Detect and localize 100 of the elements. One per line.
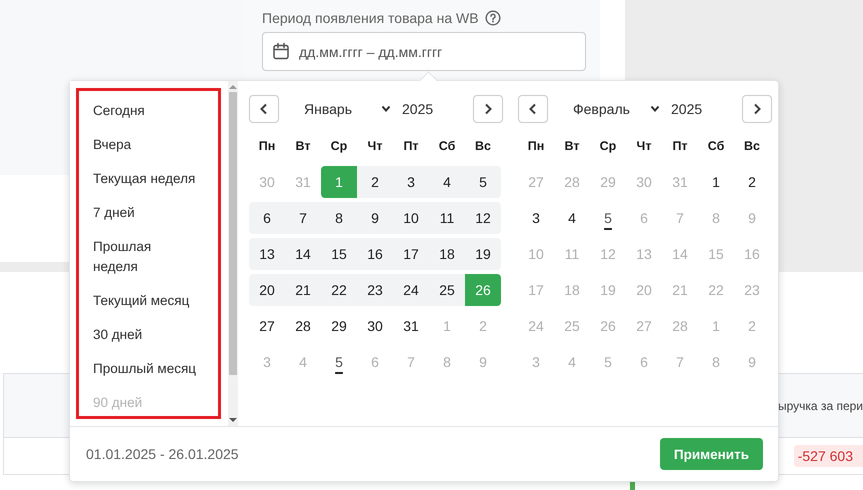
calendar-day[interactable]: 22 <box>698 274 734 306</box>
calendar-day[interactable]: 10 <box>393 202 429 234</box>
month-dropdown[interactable]: Январь <box>304 101 391 117</box>
calendar-day[interactable]: 21 <box>285 274 321 306</box>
calendar-day[interactable]: 26 <box>465 274 501 306</box>
preset-item[interactable]: 90 дней <box>79 386 197 416</box>
calendar-day[interactable]: 16 <box>357 238 393 270</box>
calendar-day[interactable]: 14 <box>285 238 321 270</box>
calendar-day[interactable]: 22 <box>321 274 357 306</box>
calendar-day[interactable]: 25 <box>554 310 590 342</box>
calendar-day[interactable]: 24 <box>393 274 429 306</box>
calendar-day[interactable]: 30 <box>249 166 285 198</box>
calendar-day[interactable]: 11 <box>554 238 590 270</box>
next-month-button[interactable] <box>473 95 503 123</box>
calendar-day[interactable]: 25 <box>429 274 465 306</box>
calendar-day[interactable]: 30 <box>357 310 393 342</box>
calendar-day[interactable]: 26 <box>590 310 626 342</box>
calendar-day[interactable]: 27 <box>249 310 285 342</box>
calendar-day[interactable]: 13 <box>249 238 285 270</box>
calendar-day[interactable]: 5 <box>590 346 626 378</box>
calendar-day[interactable]: 11 <box>429 202 465 234</box>
calendar-day[interactable]: 30 <box>626 166 662 198</box>
calendar-day[interactable]: 1 <box>698 166 734 198</box>
calendar-day[interactable]: 19 <box>590 274 626 306</box>
calendar-day[interactable]: 8 <box>321 202 357 234</box>
year-field[interactable]: 2025 <box>671 101 702 117</box>
calendar-day[interactable]: 8 <box>698 202 734 234</box>
calendar-day[interactable]: 6 <box>357 346 393 378</box>
calendar-day[interactable]: 12 <box>465 202 501 234</box>
calendar-day[interactable]: 23 <box>357 274 393 306</box>
calendar-day[interactable]: 18 <box>429 238 465 270</box>
calendar-day[interactable]: 14 <box>662 238 698 270</box>
calendar-day[interactable]: 28 <box>554 166 590 198</box>
calendar-day[interactable]: 31 <box>393 310 429 342</box>
preset-item[interactable]: 7 дней <box>79 196 197 230</box>
calendar-day[interactable]: 10 <box>518 238 554 270</box>
calendar-day[interactable]: 16 <box>734 238 770 270</box>
calendar-day[interactable]: 23 <box>734 274 770 306</box>
scrollbar[interactable] <box>228 81 238 426</box>
calendar-day[interactable]: 3 <box>393 166 429 198</box>
next-month-button[interactable] <box>742 95 772 123</box>
calendar-day[interactable]: 2 <box>734 310 770 342</box>
preset-item[interactable]: Текущая неделя <box>79 162 197 196</box>
calendar-day[interactable]: 2 <box>734 166 770 198</box>
calendar-day[interactable]: 13 <box>626 238 662 270</box>
previous-month-button[interactable] <box>249 95 279 123</box>
calendar-day[interactable]: 18 <box>554 274 590 306</box>
calendar-day[interactable]: 5 <box>321 346 357 378</box>
calendar-day[interactable]: 4 <box>285 346 321 378</box>
preset-item[interactable]: Прошлая неделя <box>79 230 197 284</box>
calendar-day[interactable]: 21 <box>662 274 698 306</box>
calendar-day[interactable]: 6 <box>626 202 662 234</box>
calendar-day[interactable]: 19 <box>465 238 501 270</box>
calendar-day[interactable]: 20 <box>626 274 662 306</box>
calendar-day[interactable]: 5 <box>465 166 501 198</box>
calendar-day[interactable]: 4 <box>554 346 590 378</box>
calendar-day[interactable]: 1 <box>698 310 734 342</box>
calendar-day[interactable]: 28 <box>662 310 698 342</box>
calendar-day[interactable]: 5 <box>590 202 626 234</box>
year-field[interactable]: 2025 <box>402 101 434 117</box>
preset-item[interactable]: Сегодня <box>79 94 197 128</box>
calendar-day[interactable]: 28 <box>285 310 321 342</box>
calendar-day[interactable]: 17 <box>393 238 429 270</box>
calendar-day[interactable]: 4 <box>554 202 590 234</box>
calendar-day[interactable]: 29 <box>590 166 626 198</box>
calendar-day[interactable]: 3 <box>518 202 554 234</box>
calendar-day[interactable]: 7 <box>285 202 321 234</box>
calendar-day[interactable]: 2 <box>357 166 393 198</box>
calendar-day[interactable]: 8 <box>698 346 734 378</box>
calendar-day[interactable]: 31 <box>285 166 321 198</box>
calendar-day[interactable]: 15 <box>698 238 734 270</box>
calendar-day[interactable]: 29 <box>321 310 357 342</box>
calendar-day[interactable]: 7 <box>393 346 429 378</box>
calendar-day[interactable]: 9 <box>734 202 770 234</box>
calendar-day[interactable]: 6 <box>249 202 285 234</box>
calendar-day[interactable]: 9 <box>465 346 501 378</box>
calendar-day[interactable]: 9 <box>357 202 393 234</box>
calendar-day[interactable]: 31 <box>662 166 698 198</box>
preset-item[interactable]: Текущий месяц <box>79 284 197 318</box>
preset-item[interactable]: 30 дней <box>79 318 197 352</box>
calendar-day[interactable]: 20 <box>249 274 285 306</box>
month-dropdown[interactable]: Февраль <box>573 101 660 117</box>
calendar-day[interactable]: 3 <box>249 346 285 378</box>
preset-item[interactable]: Вчера <box>79 128 197 162</box>
calendar-day[interactable]: 17 <box>518 274 554 306</box>
calendar-day[interactable]: 2 <box>465 310 501 342</box>
calendar-day[interactable]: 27 <box>518 166 554 198</box>
calendar-day[interactable]: 3 <box>518 346 554 378</box>
calendar-day[interactable]: 24 <box>518 310 554 342</box>
calendar-day[interactable]: 1 <box>429 310 465 342</box>
calendar-day[interactable]: 1 <box>321 166 357 198</box>
calendar-day[interactable]: 4 <box>429 166 465 198</box>
date-range-field[interactable]: дд.мм.гггг – дд.мм.гггг <box>262 32 586 71</box>
apply-button[interactable]: Применить <box>660 438 763 470</box>
preset-item[interactable]: Прошлый месяц <box>79 352 197 386</box>
calendar-day[interactable]: 9 <box>734 346 770 378</box>
calendar-day[interactable]: 7 <box>662 202 698 234</box>
calendar-day[interactable]: 15 <box>321 238 357 270</box>
calendar-day[interactable]: 6 <box>626 346 662 378</box>
calendar-day[interactable]: 8 <box>429 346 465 378</box>
